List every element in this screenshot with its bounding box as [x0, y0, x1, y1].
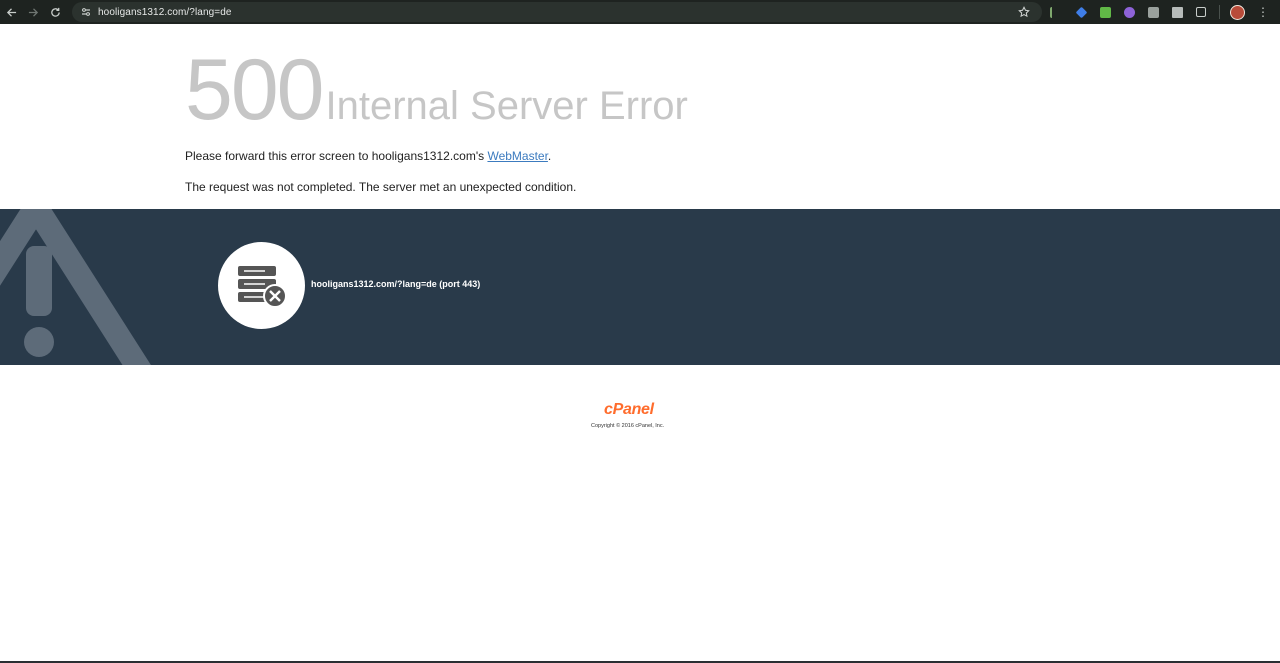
reload-icon: [50, 7, 60, 17]
cpanel-logo: cPanel: [604, 401, 654, 418]
browser-menu-icon[interactable]: ⋮: [1257, 6, 1269, 18]
arrow-right-icon: [28, 7, 38, 17]
error-code: 500: [185, 42, 324, 138]
server-error-badge: [218, 242, 305, 329]
browser-toolbar: hooligans1312.com/?lang=de ⋮: [0, 0, 1280, 24]
forward-message-text: Please forward this error screen to hool…: [185, 149, 488, 163]
extensions-area: ⋮: [1050, 3, 1269, 21]
extension-purple-icon[interactable]: [1124, 6, 1135, 18]
back-button[interactable]: [0, 1, 22, 23]
forward-message-suffix: .: [547, 149, 552, 163]
copyright-text: Copyright © 2016 cPanel, Inc.: [591, 423, 665, 429]
extension-monitor-icon[interactable]: [1172, 6, 1183, 18]
forward-message: Please forward this error screen to hool…: [185, 149, 551, 163]
error-banner: hooligans1312.com/?lang=de (port 443): [0, 209, 1280, 365]
warning-triangle-icon: [0, 209, 151, 365]
server-error-icon: [237, 265, 287, 308]
forward-button[interactable]: [22, 1, 44, 23]
address-bar[interactable]: hooligans1312.com/?lang=de: [72, 2, 1042, 22]
tune-icon: [82, 8, 90, 16]
profile-avatar[interactable]: [1230, 4, 1245, 20]
error-title: Internal Server Error: [325, 84, 688, 128]
extensions-puzzle-icon[interactable]: [1196, 7, 1206, 17]
webmaster-link[interactable]: WebMaster: [487, 149, 547, 163]
error-headline: 500Internal Server Error: [185, 42, 688, 138]
extension-green-icon[interactable]: [1100, 6, 1111, 18]
extension-tag-icon[interactable]: [1075, 6, 1088, 18]
toolbar-divider: [1219, 5, 1220, 19]
host-and-port: hooligans1312.com/?lang=de (port 443): [311, 279, 481, 289]
site-info-button[interactable]: [78, 4, 94, 20]
extension-1-icon[interactable]: [1050, 6, 1063, 18]
reload-button[interactable]: [44, 1, 66, 23]
bookmark-star-icon[interactable]: [1018, 5, 1032, 19]
error-detail: The request was not completed. The serve…: [185, 180, 577, 194]
url-text[interactable]: hooligans1312.com/?lang=de: [98, 7, 232, 18]
extension-code-icon[interactable]: [1148, 6, 1159, 18]
arrow-left-icon: [6, 7, 16, 17]
